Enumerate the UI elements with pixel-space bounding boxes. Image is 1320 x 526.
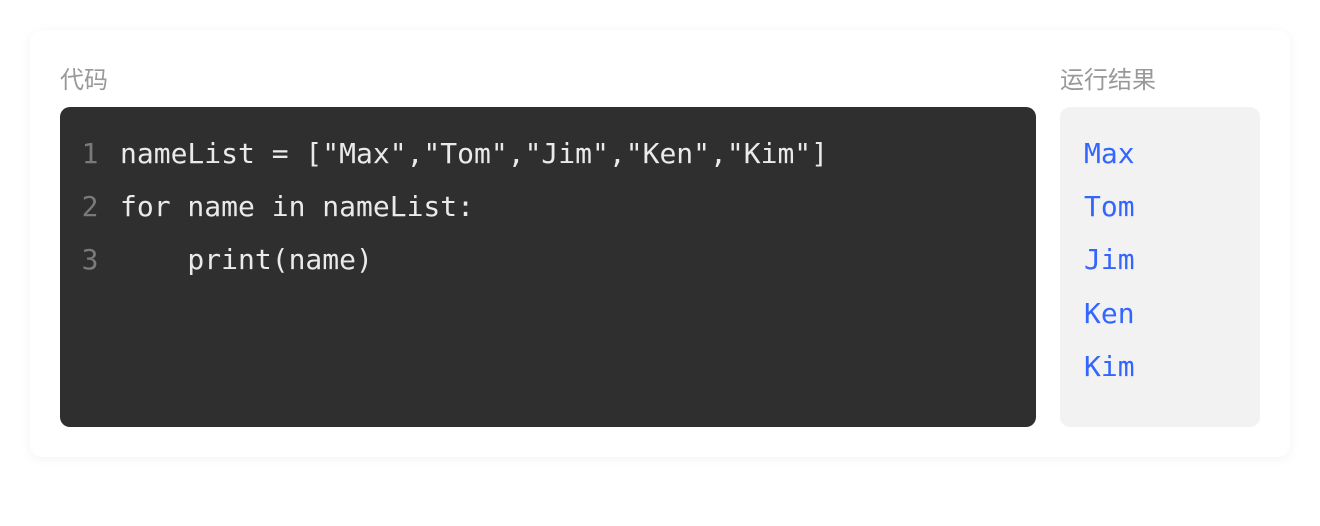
result-line: Jim [1084, 233, 1236, 286]
result-label: 运行结果 [1060, 60, 1260, 95]
code-content: for name in nameList: [120, 180, 498, 233]
code-label: 代码 [60, 60, 1036, 95]
code-content: nameList = ["Max","Tom","Jim","Ken","Kim… [120, 127, 852, 180]
code-line: 1 nameList = ["Max","Tom","Jim","Ken","K… [60, 127, 1036, 180]
line-number: 1 [60, 127, 120, 180]
line-number: 2 [60, 180, 120, 233]
code-section: 代码 1 nameList = ["Max","Tom","Jim","Ken"… [60, 60, 1036, 427]
result-line: Tom [1084, 180, 1236, 233]
code-block[interactable]: 1 nameList = ["Max","Tom","Jim","Ken","K… [60, 107, 1036, 427]
result-line: Max [1084, 127, 1236, 180]
code-line: 2 for name in nameList: [60, 180, 1036, 233]
result-section: 运行结果 Max Tom Jim Ken Kim [1060, 60, 1260, 427]
result-line: Ken [1084, 287, 1236, 340]
result-block: Max Tom Jim Ken Kim [1060, 107, 1260, 427]
code-runner-card: 代码 1 nameList = ["Max","Tom","Jim","Ken"… [30, 30, 1290, 457]
code-line: 3 print(name) [60, 233, 1036, 286]
result-line: Kim [1084, 340, 1236, 393]
code-content: print(name) [120, 233, 397, 286]
line-number: 3 [60, 233, 120, 286]
